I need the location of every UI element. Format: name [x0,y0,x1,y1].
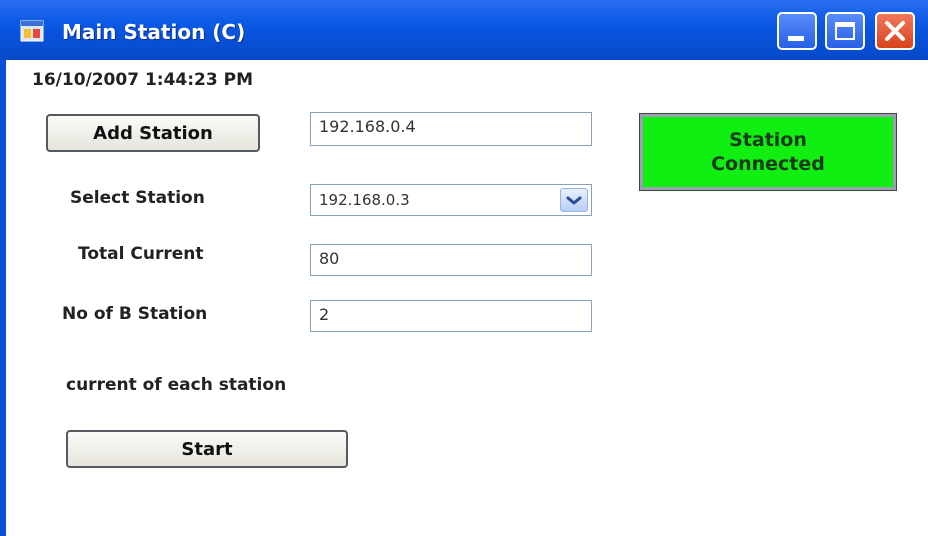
close-icon [885,21,905,41]
start-button[interactable]: Start [66,430,348,468]
minimize-icon [788,36,804,41]
current-each-station-label: current of each station [66,375,287,395]
select-station-label: Select Station [70,188,205,208]
add-station-button[interactable]: Add Station [46,114,260,152]
title-bar[interactable]: Main Station (C) [0,0,928,60]
b-station-count-label: No of B Station [62,304,208,324]
maximize-button[interactable] [825,12,865,50]
chevron-down-icon [566,196,582,205]
status-line-2: Connected [711,153,825,175]
station-ip-input[interactable]: 192.168.0.4 [310,112,592,146]
maximize-icon [835,22,855,40]
b-station-count-input[interactable]: 2 [310,300,592,332]
dropdown-button[interactable] [560,188,588,212]
window-title: Main Station (C) [62,20,246,44]
total-current-label: Total Current [78,244,204,264]
main-window: Main Station (C) 16/10/2007 1:44:23 PM A… [0,0,928,536]
total-current-input[interactable]: 80 [310,244,592,276]
window-app-icon[interactable] [20,20,44,42]
datetime-label: 16/10/2007 1:44:23 PM [32,70,253,90]
select-station-value: 192.168.0.3 [319,191,410,209]
connection-status-indicator: Station Connected [639,113,897,191]
minimize-button[interactable] [777,12,817,50]
close-button[interactable] [875,12,915,50]
select-station-dropdown[interactable]: 192.168.0.3 [310,184,592,216]
client-area: 16/10/2007 1:44:23 PM Add Station 192.16… [6,60,928,536]
status-line-1: Station [729,129,807,151]
